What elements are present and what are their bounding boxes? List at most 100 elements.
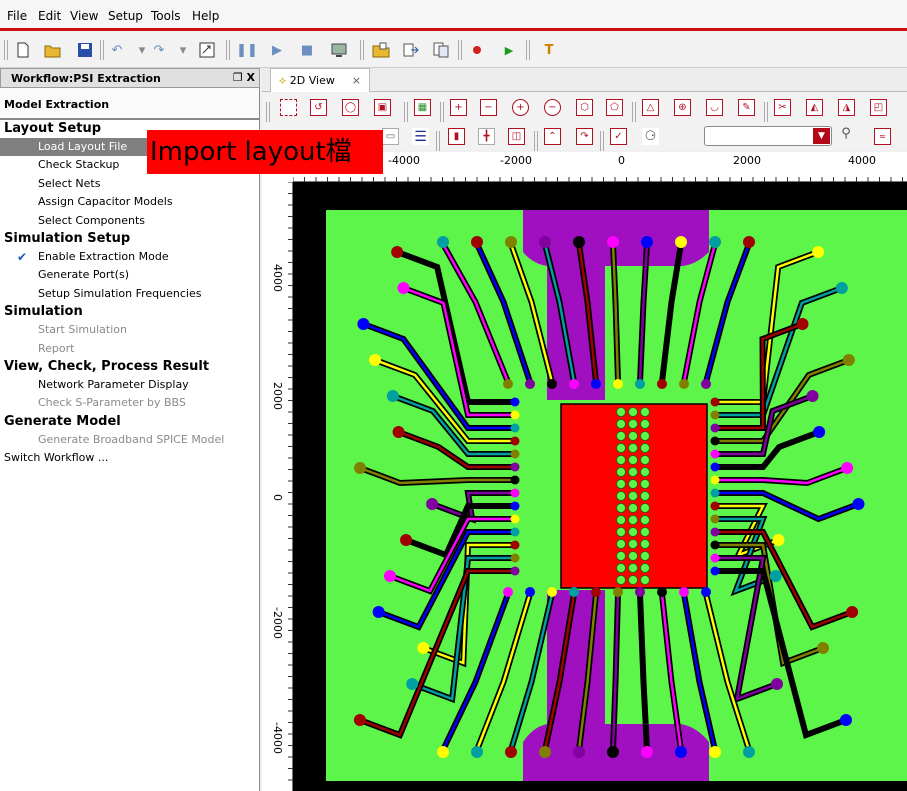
add-node-icon[interactable]: ⊕ — [674, 99, 691, 116]
pad — [510, 514, 520, 524]
undo-dropdown-icon[interactable]: ▾ — [133, 41, 151, 59]
add-circle-icon[interactable]: + — [512, 99, 529, 116]
save-icon[interactable] — [76, 41, 94, 59]
measure-icon[interactable]: ✓ — [610, 128, 627, 145]
menu-help[interactable]: Help — [192, 9, 219, 23]
step-network-parameter-display[interactable]: Network Parameter Display — [0, 376, 259, 394]
zoom-fit-icon[interactable] — [198, 41, 216, 59]
pad — [417, 642, 430, 654]
select-pad-icon[interactable]: ▣ — [374, 99, 391, 116]
step-report[interactable]: Report — [0, 340, 259, 358]
menu-setup[interactable]: Setup — [108, 9, 143, 23]
toolbar-separator — [440, 102, 444, 122]
merge-icon[interactable]: ◭ — [806, 99, 823, 116]
hruler-label: 0 — [618, 154, 625, 167]
pad — [607, 746, 619, 758]
step-setup-simulation-frequencies[interactable]: Setup Simulation Frequencies — [0, 285, 259, 303]
die-via — [640, 455, 650, 465]
pcb-layout[interactable] — [293, 182, 907, 791]
add-icon[interactable]: + — [450, 99, 467, 116]
pad — [710, 436, 720, 446]
search-icon[interactable]: ⚲ — [836, 126, 856, 146]
step-load-layout-file[interactable]: Load Layout File — [0, 138, 150, 157]
vruler-label: 4000 — [271, 264, 284, 292]
toolbar-grip — [266, 102, 270, 122]
cut-shape-icon[interactable]: ✂ — [774, 99, 791, 116]
net-filter-icon[interactable]: ≈ — [874, 128, 891, 145]
redo-dropdown-icon[interactable]: ▾ — [174, 41, 192, 59]
play-icon[interactable]: ▶ — [268, 41, 286, 59]
copy-layout-icon[interactable] — [432, 41, 450, 59]
add-polygon-icon[interactable]: ⬡ — [576, 99, 593, 116]
stop-icon[interactable]: ■ — [298, 41, 316, 59]
split-vertical-icon[interactable]: ╋ — [478, 128, 495, 145]
step-select-components[interactable]: Select Components — [0, 212, 259, 230]
step-start-simulation[interactable]: Start Simulation — [0, 321, 259, 339]
section-generate-model[interactable]: Generate Model — [0, 413, 259, 431]
panel-restore-close-icon[interactable]: ❐ X — [233, 71, 255, 84]
pad — [383, 570, 396, 582]
export-icon[interactable] — [402, 41, 420, 59]
pad — [710, 540, 720, 550]
section-view-check-process-result[interactable]: View, Check, Process Result — [0, 358, 259, 376]
text-icon[interactable]: T — [540, 41, 558, 59]
pad — [675, 236, 687, 248]
split-icon[interactable]: ◮ — [838, 99, 855, 116]
binoculars-icon[interactable]: ⚆ — [642, 128, 659, 145]
open-icon[interactable] — [44, 41, 62, 59]
search-dropdown-icon[interactable]: ▼ — [813, 128, 830, 144]
pause-icon[interactable]: ❚❚ — [236, 41, 258, 59]
menu-edit[interactable]: Edit — [38, 9, 61, 23]
step-select-nets[interactable]: Select Nets — [0, 175, 259, 193]
menu-tools[interactable]: Tools — [151, 9, 181, 23]
polyline-icon[interactable]: △ — [642, 99, 659, 116]
vertical-bar-icon[interactable]: ▮ — [448, 128, 465, 145]
step-generate-ports[interactable]: Generate Port(s) — [0, 266, 259, 284]
edit-shape-icon[interactable]: ✎ — [738, 99, 755, 116]
layout-canvas[interactable] — [293, 182, 907, 791]
select-shape-icon[interactable]: ◯ — [342, 99, 359, 116]
switch-workflow-link[interactable]: Switch Workflow ... — [0, 449, 259, 467]
menu-file[interactable]: File — [7, 9, 27, 23]
die-via — [616, 479, 626, 489]
rotate-view-icon[interactable]: ↺ — [310, 99, 327, 116]
subtract-icon[interactable]: ◰ — [870, 99, 887, 116]
pad — [510, 475, 520, 485]
new-icon[interactable] — [14, 41, 32, 59]
step-check-s-parameter-by-bbs[interactable]: Check S-Parameter by BBS — [0, 394, 259, 412]
tab-2d-view[interactable]: ⟡ 2D View × — [270, 68, 370, 92]
die-via — [628, 431, 638, 441]
monitor-icon[interactable] — [330, 41, 348, 59]
section-simulation[interactable]: Simulation — [0, 303, 259, 321]
toolbar-separator — [360, 40, 364, 60]
die-via — [640, 551, 650, 561]
record-icon[interactable] — [468, 41, 486, 59]
tab-close-icon[interactable]: × — [352, 74, 361, 87]
box-select-icon[interactable]: ▭ — [382, 128, 399, 145]
run-icon[interactable]: ▶ — [500, 41, 518, 59]
arc-icon[interactable]: ◡ — [706, 99, 723, 116]
columns-icon[interactable]: ◫ — [508, 128, 525, 145]
pad — [386, 390, 399, 402]
lines-icon[interactable]: ☰ — [412, 128, 429, 145]
section-simulation-setup[interactable]: Simulation Setup — [0, 230, 259, 248]
reroute-icon[interactable]: ↷ — [576, 128, 593, 145]
up-arrow-icon[interactable]: ⌃ — [544, 128, 561, 145]
menu-view[interactable]: View — [70, 9, 98, 23]
pad — [679, 587, 689, 597]
remove-icon[interactable]: − — [480, 99, 497, 116]
pad — [679, 379, 689, 389]
layer-icon[interactable]: ▦ — [414, 99, 431, 116]
redo-icon[interactable]: ↷ — [150, 41, 168, 59]
folder-icon[interactable] — [372, 41, 390, 59]
pad — [510, 527, 520, 537]
step-enable-extraction-mode[interactable]: ✔ Enable Extraction Mode — [0, 248, 259, 266]
undo-icon[interactable]: ↶ — [108, 41, 126, 59]
remove-circle-icon[interactable]: − — [544, 99, 561, 116]
step-generate-broadband-spice-model[interactable]: Generate Broadband SPICE Model — [0, 431, 259, 449]
view-toolbar-1: ↺ ◯ ▣ ▦ + − + − ⬡ ⬠ △ ⊕ ◡ ✎ ✂ ◭ ◮ ◰ — [262, 93, 907, 122]
select-rect-icon[interactable] — [280, 99, 297, 116]
step-assign-capacitor-models[interactable]: Assign Capacitor Models — [0, 193, 259, 211]
remove-polygon-icon[interactable]: ⬠ — [606, 99, 623, 116]
pad — [710, 488, 720, 498]
